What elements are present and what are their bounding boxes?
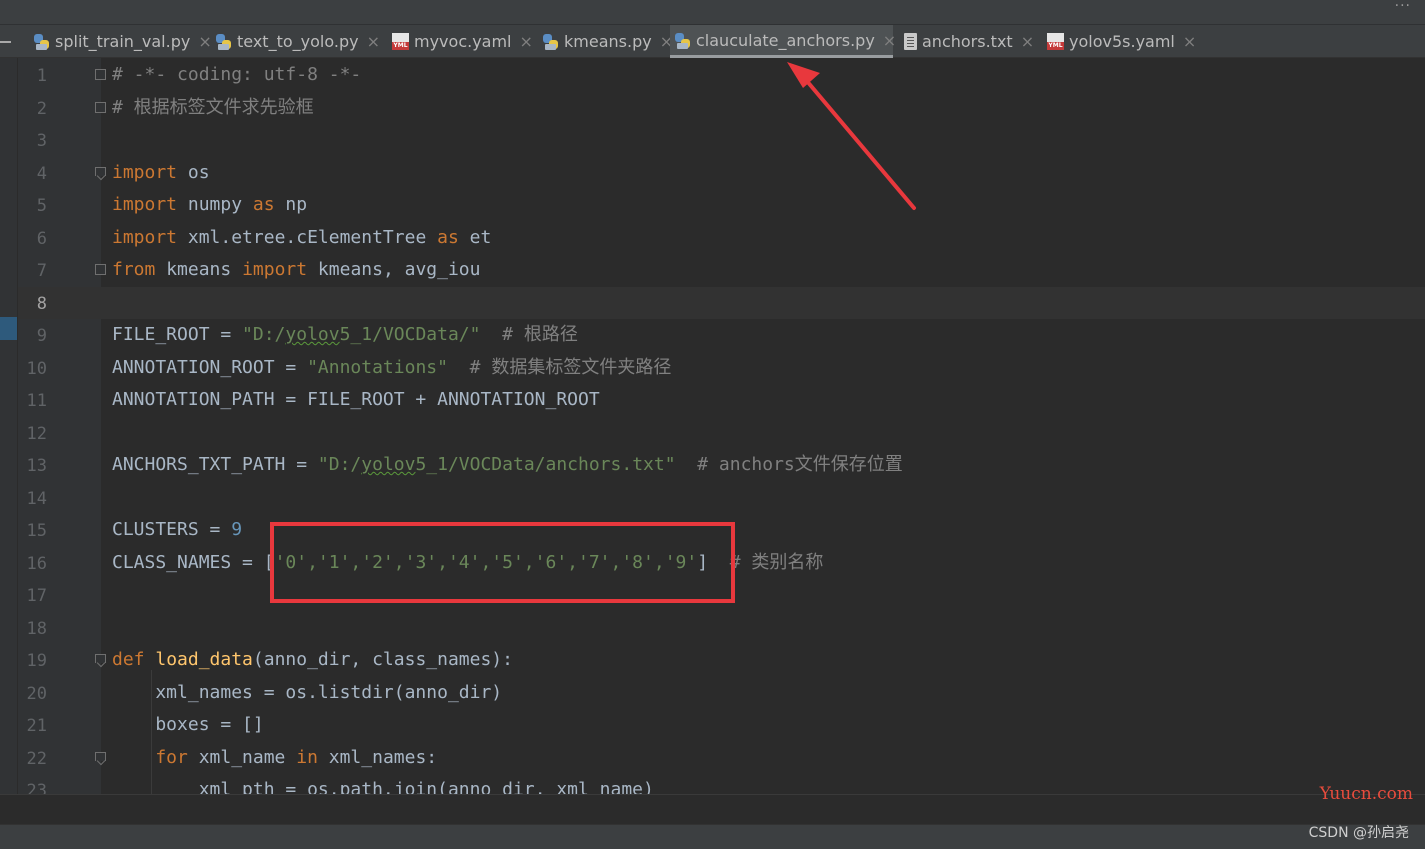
red-arrow-annotation bbox=[787, 62, 916, 210]
author-watermark: CSDN @孙启尧 bbox=[1308, 825, 1409, 841]
site-watermark: Yuucn.com bbox=[1319, 784, 1413, 804]
